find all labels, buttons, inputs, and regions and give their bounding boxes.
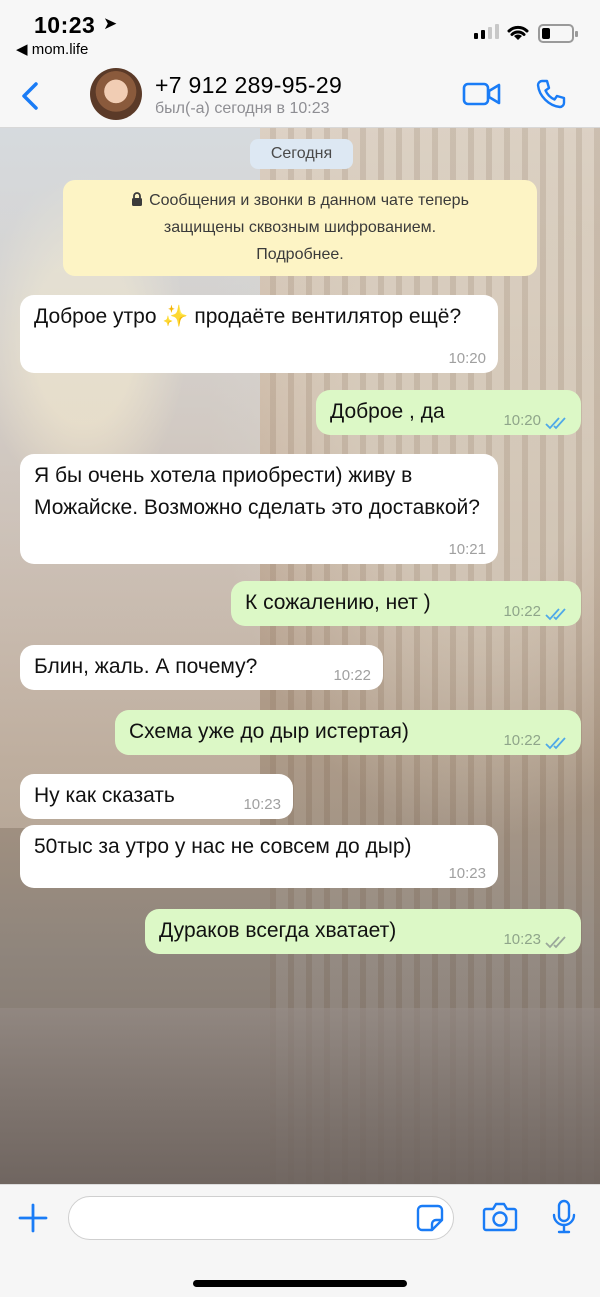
message-input[interactable]: [68, 1196, 454, 1240]
battery-icon: [538, 24, 578, 43]
message-time: 10:23: [448, 865, 486, 882]
message-time: 10:22: [333, 667, 371, 684]
sticker-icon[interactable]: [416, 1204, 444, 1232]
message-time: 10:22: [503, 603, 541, 620]
read-receipt-icon: [545, 417, 566, 430]
microphone-icon[interactable]: [550, 1199, 578, 1235]
plus-icon[interactable]: [16, 1201, 50, 1235]
message-text: Я бы очень хотела приобрести) живу в Мож…: [34, 464, 480, 519]
contact-name[interactable]: +7 912 289-95-29: [155, 72, 342, 99]
delivered-receipt-icon: [545, 936, 566, 949]
location-arrow-icon: ➤: [103, 14, 118, 33]
message-bubble-outgoing[interactable]: Дураков всегда хватает) 10:23: [145, 909, 581, 954]
message-text: Схема уже до дыр истертая): [129, 720, 409, 743]
message-bubble-incoming[interactable]: 50тыс за утро у нас не совсем до дыр) 10…: [20, 825, 498, 888]
read-receipt-icon: [545, 608, 566, 621]
message-text: Доброе утро ✨ продаёте вентилятор ещё?: [34, 305, 462, 328]
back-to-app-link[interactable]: ◀ mom.life: [16, 40, 88, 58]
contact-avatar[interactable]: [90, 68, 142, 120]
message-bubble-outgoing[interactable]: Доброе , да 10:20: [316, 390, 581, 435]
message-time: 10:23: [503, 931, 541, 948]
message-bubble-incoming[interactable]: Ну как сказать 10:23: [20, 774, 293, 819]
message-time: 10:20: [448, 350, 486, 367]
cellular-signal-icon: [474, 24, 499, 39]
encryption-notice-line2: защищены сквозным шифрованием.: [163, 219, 437, 236]
back-chevron-icon[interactable]: [12, 76, 48, 116]
message-bubble-incoming[interactable]: Я бы очень хотела приобрести) живу в Мож…: [20, 454, 498, 564]
video-call-icon[interactable]: [462, 80, 502, 108]
message-bubble-outgoing[interactable]: К сожалению, нет ) 10:22: [231, 581, 581, 626]
chat-area[interactable]: Сегодня Сообщения и звонки в данном чате…: [0, 128, 600, 1184]
camera-icon[interactable]: [482, 1201, 518, 1233]
message-bubble-incoming[interactable]: Доброе утро ✨ продаёте вентилятор ещё? 1…: [20, 295, 498, 373]
message-time: 10:20: [503, 412, 541, 429]
home-indicator: [193, 1280, 407, 1287]
status-time: 10:23: [34, 12, 96, 38]
contact-last-seen: был(-а) сегодня в 10:23: [155, 100, 330, 117]
chat-header: +7 912 289-95-29 был(-а) сегодня в 10:23: [0, 66, 600, 128]
message-time: 10:22: [503, 732, 541, 749]
phone-call-icon[interactable]: [535, 78, 567, 110]
message-time: 10:23: [243, 796, 281, 813]
lock-icon: [132, 192, 143, 206]
message-text: Ну как сказать: [34, 784, 175, 807]
message-text: Блин, жаль. А почему?: [34, 655, 258, 678]
encryption-notice-line3[interactable]: Подробнее.: [63, 241, 537, 268]
encryption-notice-line1: Сообщения и звонки в данном чате теперь: [149, 192, 469, 209]
message-time: 10:21: [448, 541, 486, 558]
message-text: 50тыс за утро у нас не совсем до дыр): [34, 835, 412, 858]
date-separator: Сегодня: [250, 139, 353, 169]
status-bar: 10:23 ➤ ◀ mom.life: [0, 0, 600, 66]
message-bubble-outgoing[interactable]: Схема уже до дыр истертая) 10:22: [115, 710, 581, 755]
read-receipt-icon: [545, 737, 566, 750]
encryption-notice[interactable]: Сообщения и звонки в данном чате теперь …: [63, 180, 537, 276]
message-bubble-incoming[interactable]: Блин, жаль. А почему? 10:22: [20, 645, 383, 690]
message-input-bar: [0, 1184, 600, 1297]
wifi-icon: [507, 25, 529, 40]
wallpaper-street: [0, 1008, 600, 1184]
